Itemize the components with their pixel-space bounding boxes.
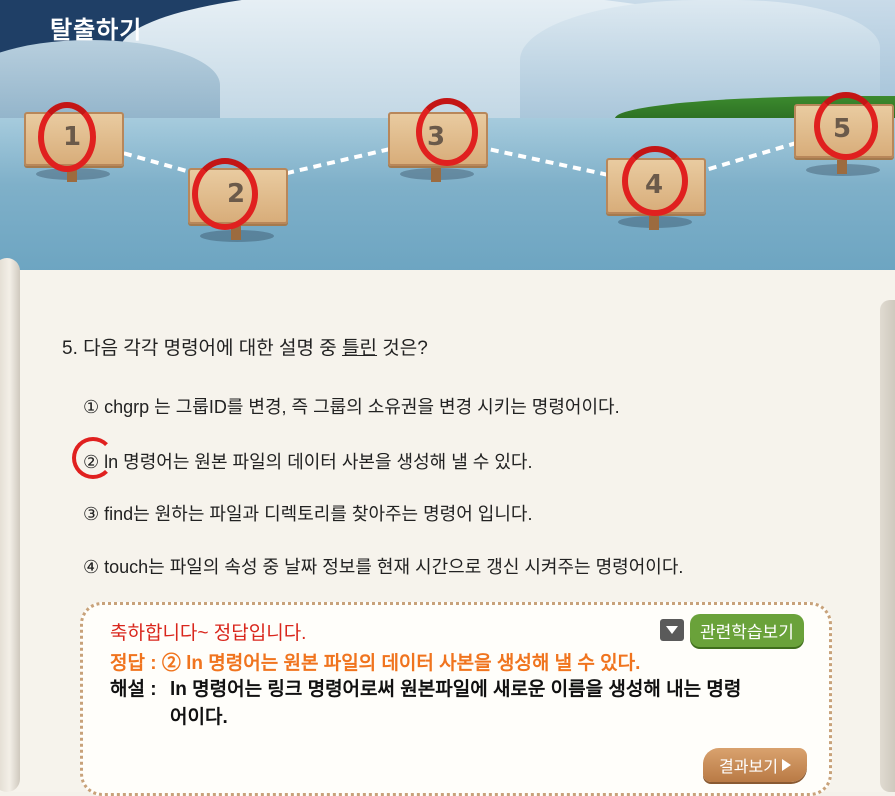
congrats-message: 축하합니다~ 정답입니다. [110,623,307,644]
explanation-label: 해설 : [110,679,157,700]
stage-sign-2[interactable]: 2 [188,158,288,240]
stage-sign-5[interactable]: 5 [794,92,894,174]
scroll-roll-left [0,258,20,792]
question-suffix: 것은? [377,338,428,359]
stage-sign-3[interactable]: 3 [388,98,488,182]
related-study-button[interactable]: 관련학습보기 [690,613,804,647]
selected-answer-mark [72,437,114,479]
play-arrow-icon [781,759,791,771]
page-title: 탈출하기 [50,16,143,44]
option-2[interactable]: ② ln 명령어는 원본 파일의 데이터 사본을 생성해 낼 수 있다. [83,448,532,474]
option-4[interactable]: ④ touch는 파일의 속성 중 날짜 정보를 현재 시간으로 갱신 시켜주는… [83,553,683,579]
scroll-roll-right [880,300,895,792]
explanation-text: ln 명령어는 링크 명령어로써 원본파일에 새로운 이름을 생성해 내는 명령… [170,679,742,728]
completed-ring [416,98,478,166]
question-emphasis: 틀린 [342,338,378,359]
stage-sign-1[interactable]: 1 [24,102,124,182]
option-1[interactable]: ① chgrp 는 그룹ID를 변경, 즉 그룹의 소유권을 변경 시키는 명령… [83,393,620,419]
current-ring [814,92,878,160]
correct-answer: 정답 : ② ln 명령어는 원본 파일의 데이터 사본을 생성해 낼 수 있다… [110,653,641,674]
option-3[interactable]: ③ find는 원하는 파일과 디렉토리를 찾아주는 명령어 입니다. [83,500,532,526]
question-prefix: 5. 다음 각각 명령어에 대한 설명 중 [62,338,343,359]
completed-ring [192,158,258,230]
stage-sign-4[interactable]: 4 [606,146,706,230]
related-study[interactable]: 관련학습보기 [660,613,804,647]
question-text: 5. 다음 각각 명령어에 대한 설명 중 틀린 것은? [62,333,428,360]
expand-triangle-icon[interactable] [660,619,684,641]
stage-map: 1 2 3 4 5 탈출하기 [0,0,895,285]
result-button[interactable]: 결과보기 [703,748,807,782]
completed-ring [38,102,96,172]
completed-ring [622,146,688,216]
result-button-label: 결과보기 [719,757,778,776]
explanation: 해설 : ln 명령어는 링크 명령어로써 원본파일에 새로운 이름을 생성해 … [110,676,750,732]
